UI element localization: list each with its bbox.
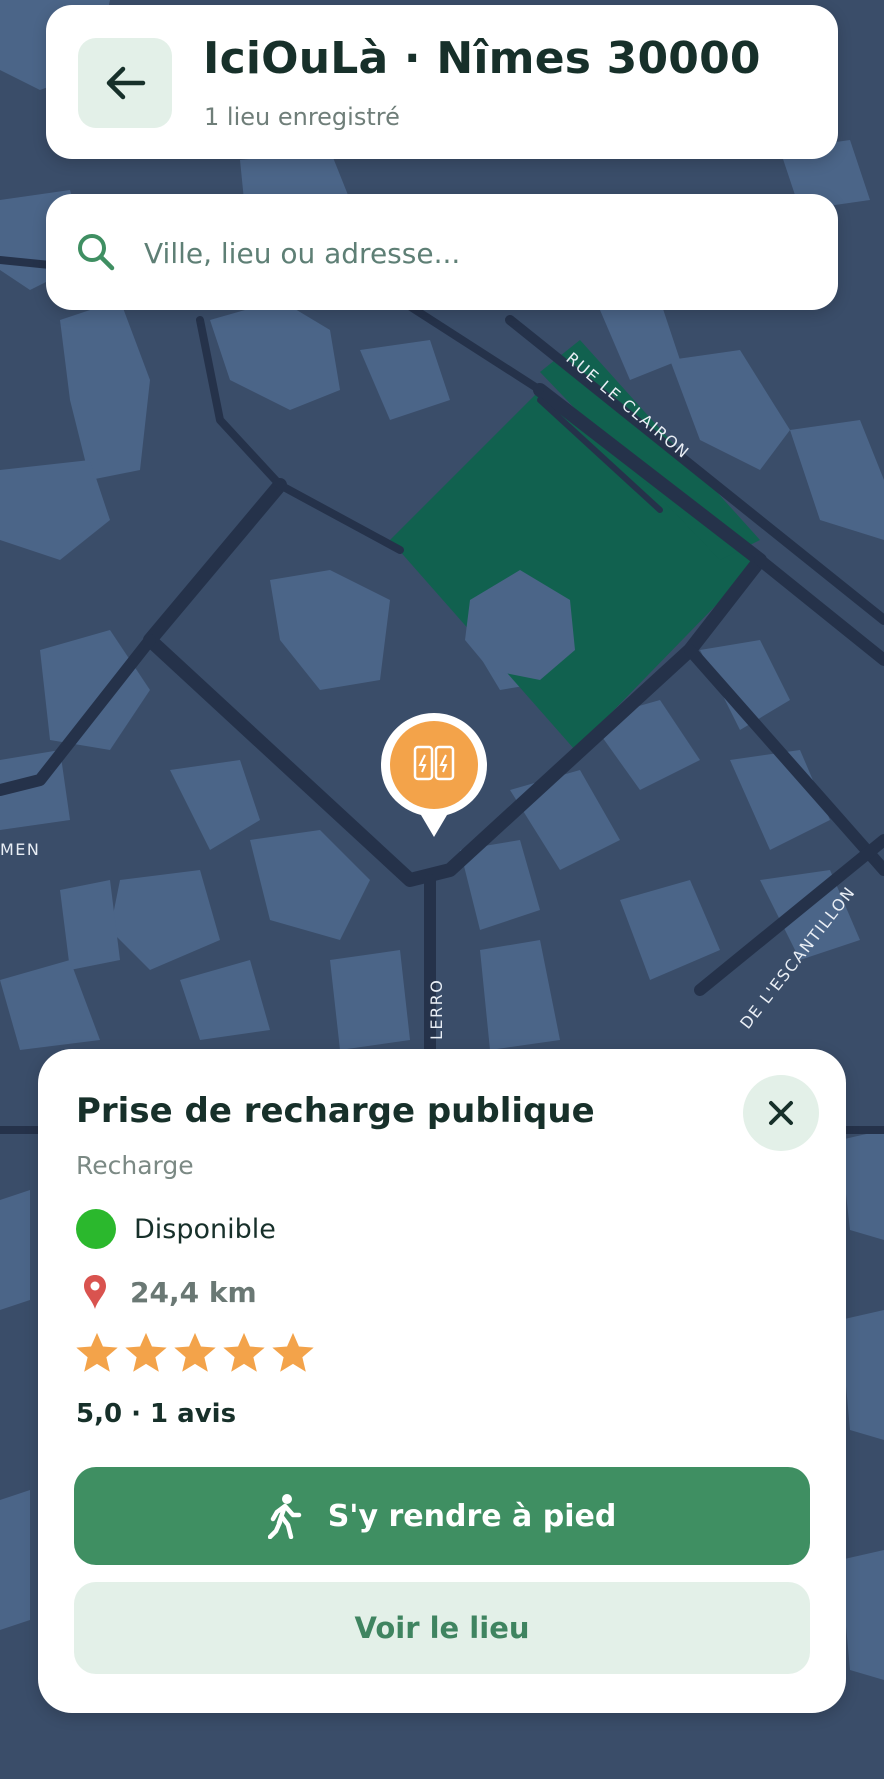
street-label-lerro: LERRO <box>427 979 446 1040</box>
star-icon <box>125 1332 167 1372</box>
page-title: IciOuLà · Nîmes 30000 <box>203 33 761 84</box>
search-bar <box>46 194 838 310</box>
ev-charger-icon <box>381 713 487 837</box>
view-button-label: Voir le lieu <box>354 1611 530 1645</box>
distance-row: 24,4 km <box>82 1271 257 1313</box>
status-text: Disponible <box>134 1213 276 1245</box>
close-icon <box>769 1101 793 1125</box>
place-category: Recharge <box>76 1151 194 1180</box>
page-subtitle: 1 lieu enregistré <box>204 103 400 131</box>
header-card: IciOuLà · Nîmes 30000 1 lieu enregistré <box>46 5 838 159</box>
search-icon <box>74 230 118 274</box>
star-icon <box>174 1332 216 1372</box>
rating-stars <box>74 1331 319 1375</box>
walking-person-icon <box>267 1494 301 1539</box>
close-button[interactable] <box>743 1075 819 1151</box>
ev-charger-marker[interactable] <box>377 709 491 843</box>
walk-directions-button[interactable]: S'y rendre à pied <box>74 1467 810 1565</box>
place-detail-sheet: Prise de recharge publique Recharge Disp… <box>38 1049 846 1713</box>
status-dot-icon <box>76 1209 116 1249</box>
arrow-left-icon <box>106 66 146 100</box>
view-place-button[interactable]: Voir le lieu <box>74 1582 810 1674</box>
search-input[interactable] <box>142 222 806 284</box>
star-icon <box>223 1332 265 1372</box>
back-button[interactable] <box>78 38 172 128</box>
walk-button-label: S'y rendre à pied <box>327 1498 617 1534</box>
status-row: Disponible <box>76 1209 276 1249</box>
distance-text: 24,4 km <box>130 1275 257 1309</box>
rating-text: 5,0 · 1 avis <box>76 1399 237 1429</box>
street-label-men: MEN <box>0 840 40 859</box>
star-icon <box>272 1332 314 1372</box>
location-pin-icon <box>84 1275 106 1309</box>
star-icon <box>76 1332 118 1372</box>
place-title: Prise de recharge publique <box>76 1091 595 1131</box>
